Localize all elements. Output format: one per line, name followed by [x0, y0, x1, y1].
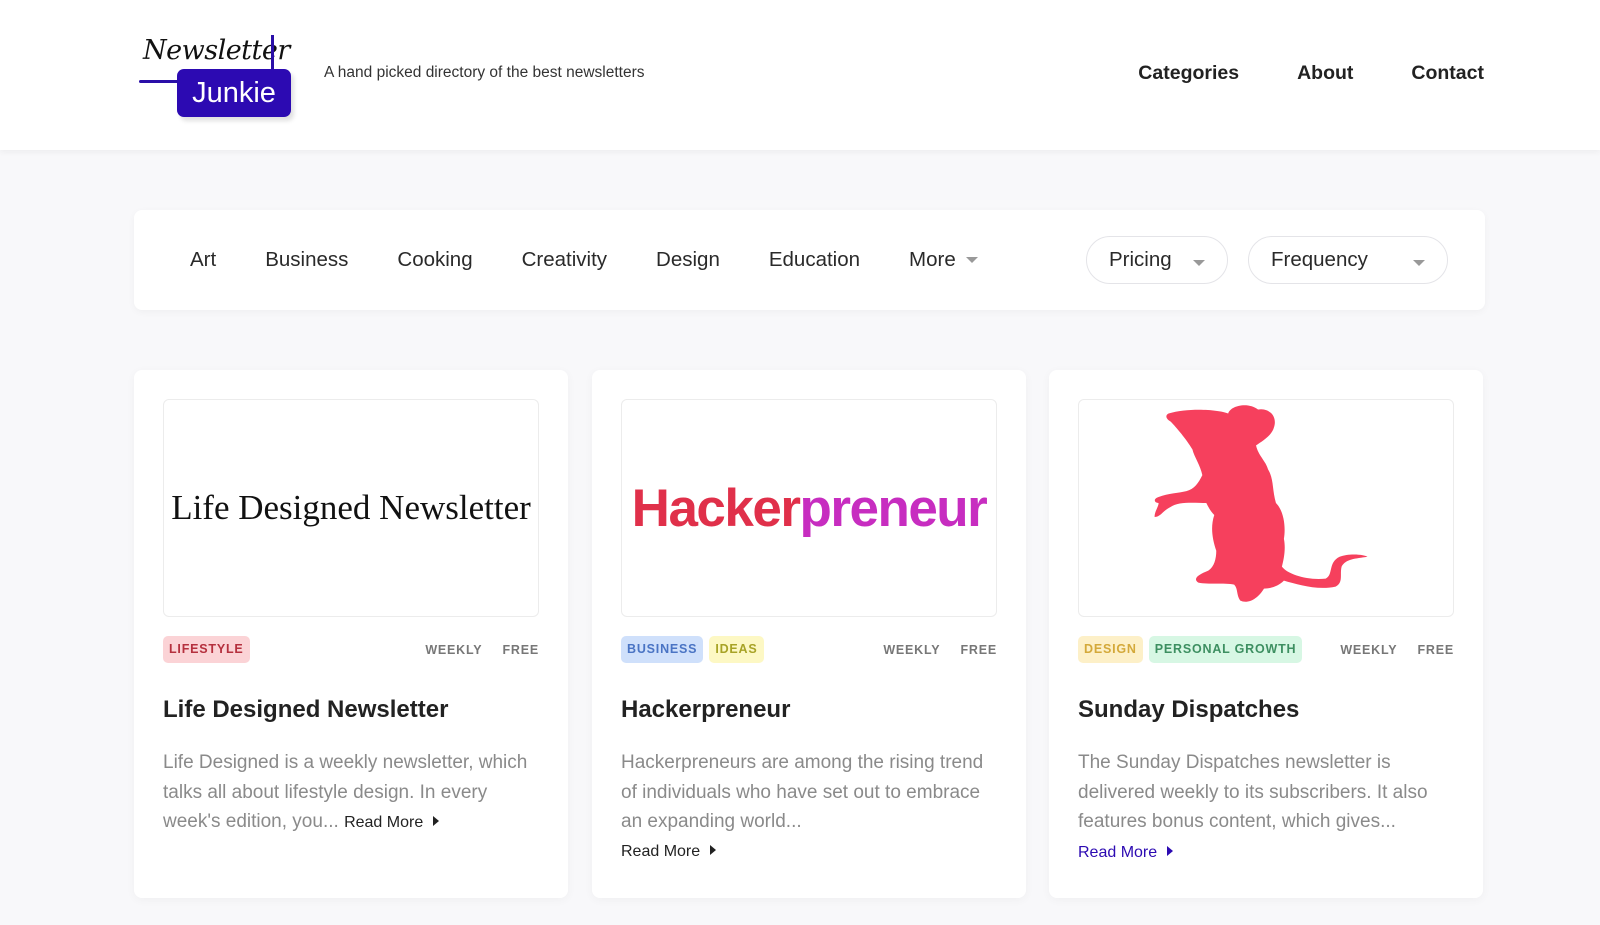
- category-design[interactable]: Design: [656, 248, 720, 272]
- pricing-label: Pricing: [1109, 248, 1172, 271]
- logo-script-text: Newsletter: [143, 35, 290, 66]
- frequency-badge: WEEKLY: [883, 642, 941, 657]
- wordmark-part: preneur: [799, 478, 987, 538]
- chevron-down-icon: [1193, 260, 1205, 266]
- read-more-link[interactable]: Read More: [1078, 843, 1174, 861]
- frequency-badge: WEEKLY: [425, 642, 483, 657]
- thumbnail-wordmark: Life Designed Newsletter: [171, 488, 531, 527]
- category-cooking[interactable]: Cooking: [397, 248, 472, 272]
- pricing-badge: FREE: [960, 642, 997, 657]
- tag-list: LIFESTYLE: [163, 636, 250, 663]
- caret-right-icon: [1167, 845, 1174, 856]
- tag-badge[interactable]: BUSINESS: [621, 636, 704, 663]
- tag-badge[interactable]: PERSONAL GROWTH: [1148, 636, 1303, 663]
- newsletter-card: Life Designed Newsletter LIFESTYLE WEEKL…: [134, 370, 568, 898]
- rat-silhouette-icon: [1154, 405, 1368, 602]
- tag-badge[interactable]: IDEAS: [709, 636, 764, 663]
- site-logo[interactable]: Newsletter Junkie: [137, 33, 297, 119]
- read-more-link[interactable]: Read More: [621, 837, 1001, 867]
- more-categories-dropdown[interactable]: More: [909, 248, 978, 272]
- newsletter-thumbnail[interactable]: [1078, 399, 1454, 617]
- more-label: More: [909, 248, 956, 271]
- caret-right-icon: [433, 816, 440, 826]
- newsletter-thumbnail[interactable]: Hackerpreneur: [621, 399, 997, 617]
- read-more-label: Read More: [621, 842, 701, 860]
- pricing-badge: FREE: [1417, 642, 1454, 657]
- pricing-badge: FREE: [502, 642, 539, 657]
- thumbnail-wordmark: Hackerpreneur: [631, 478, 988, 539]
- caret-right-icon: [710, 844, 717, 855]
- card-description: Hackerpreneurs are among the rising tren…: [621, 748, 1001, 867]
- newsletter-card: DESIGN PERSONAL GROWTH WEEKLY FREE Sunda…: [1049, 370, 1483, 898]
- card-title[interactable]: Hackerpreneur: [621, 696, 790, 724]
- newsletter-card: Hackerpreneur BUSINESS IDEAS WEEKLY FREE…: [592, 370, 1026, 898]
- category-business[interactable]: Business: [265, 248, 348, 272]
- nav-contact[interactable]: Contact: [1411, 62, 1484, 85]
- site-header: Newsletter Junkie A hand picked director…: [0, 0, 1600, 150]
- card-meta: WEEKLY FREE: [883, 636, 997, 663]
- description-text: Hackerpreneurs are among the rising tren…: [621, 752, 984, 832]
- rat-body: [1154, 405, 1368, 602]
- site-tagline: A hand picked directory of the best news…: [324, 64, 645, 81]
- category-education[interactable]: Education: [769, 248, 860, 272]
- description-text: The Sunday Dispatches newsletter is deli…: [1078, 752, 1428, 832]
- card-title[interactable]: Life Designed Newsletter: [163, 696, 448, 724]
- tag-badge[interactable]: DESIGN: [1078, 636, 1143, 663]
- card-meta: WEEKLY FREE: [1340, 636, 1454, 663]
- filter-bar: Art Business Cooking Creativity Design E…: [134, 210, 1485, 310]
- card-title[interactable]: Sunday Dispatches: [1078, 696, 1299, 724]
- pricing-dropdown[interactable]: Pricing: [1086, 236, 1228, 284]
- read-more-label: Read More: [1078, 843, 1158, 861]
- card-description: The Sunday Dispatches newsletter is deli…: [1078, 748, 1458, 867]
- nav-about[interactable]: About: [1297, 62, 1353, 85]
- card-description: Life Designed is a weekly newsletter, wh…: [163, 748, 543, 838]
- frequency-dropdown[interactable]: Frequency: [1248, 236, 1448, 284]
- chevron-down-icon: [965, 257, 978, 263]
- top-nav: Categories About Contact: [1138, 62, 1484, 85]
- wordmark-part: Hacker: [631, 478, 801, 538]
- frequency-badge: WEEKLY: [1340, 642, 1398, 657]
- newsletter-thumbnail[interactable]: Life Designed Newsletter: [163, 399, 539, 617]
- card-meta: WEEKLY FREE: [425, 636, 539, 663]
- logo-box-text: Junkie: [177, 69, 291, 117]
- nav-categories[interactable]: Categories: [1138, 62, 1239, 85]
- frequency-label: Frequency: [1271, 248, 1368, 271]
- tag-list: BUSINESS IDEAS: [621, 636, 764, 663]
- read-more-label: Read More: [344, 814, 424, 831]
- tag-list: DESIGN PERSONAL GROWTH: [1078, 636, 1303, 663]
- category-list: Art Business Cooking Creativity Design E…: [190, 210, 978, 310]
- tag-badge[interactable]: LIFESTYLE: [163, 636, 250, 663]
- read-more-link[interactable]: Read More: [344, 814, 440, 831]
- category-art[interactable]: Art: [190, 248, 216, 272]
- chevron-down-icon: [1413, 260, 1425, 266]
- category-creativity[interactable]: Creativity: [522, 248, 607, 272]
